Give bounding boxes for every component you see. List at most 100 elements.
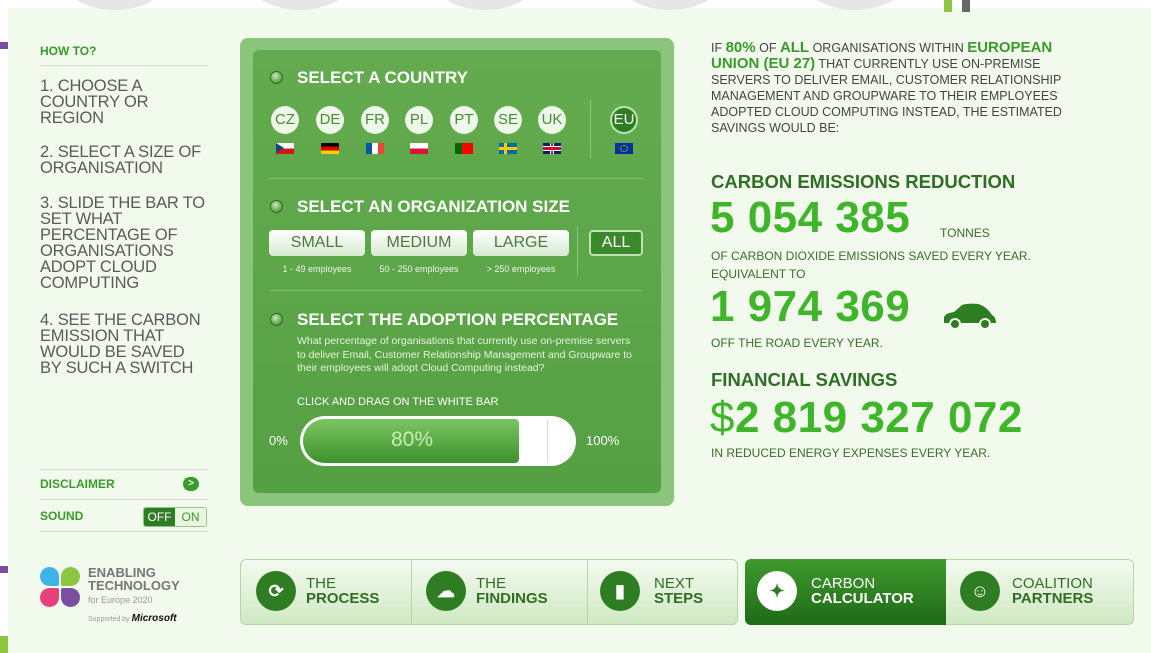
- size-button-all[interactable]: ALL: [589, 230, 643, 256]
- disclaimer-arrow-icon[interactable]: >: [183, 477, 199, 491]
- country-button-fr[interactable]: FR: [361, 106, 389, 134]
- flag-fr-icon: [366, 143, 384, 154]
- nav-carbon-calculator[interactable]: ✦ CARBON CALCULATOR: [745, 559, 946, 623]
- logo-supported-by: Supported by Microsoft: [88, 613, 177, 624]
- nav-the-process[interactable]: ⟳ THE PROCESS: [240, 559, 411, 623]
- logo-line-2: TECHNOLOGY: [88, 578, 180, 593]
- country-button-uk[interactable]: UK: [538, 106, 566, 134]
- intro-line: IF 80% OF ALL ORGANISATIONS WITHIN EUROP…: [711, 40, 1111, 56]
- bar-chart-icon: ▮: [600, 571, 640, 611]
- country-button-se[interactable]: SE: [494, 106, 522, 134]
- size-large-caption: > 250 employees: [486, 264, 556, 274]
- intro-text: OF: [755, 41, 780, 55]
- country-button-pt[interactable]: PT: [450, 106, 478, 134]
- cars-off-road-value: 1 974 369: [710, 282, 911, 331]
- country-button-cz[interactable]: CZ: [271, 106, 299, 134]
- logo-petal: [61, 567, 80, 586]
- nav-next-steps[interactable]: ▮ NEXT STEPS: [588, 559, 738, 623]
- divider: [40, 65, 208, 66]
- nav-the-findings[interactable]: ☁ THE FINDINGS: [412, 559, 587, 623]
- currency-symbol: $: [710, 393, 735, 442]
- flag-uk-icon: [543, 143, 561, 154]
- nav-coalition-partners-label: COALITION PARTNERS: [1012, 576, 1093, 606]
- refresh-icon: ⟳: [256, 571, 296, 611]
- financial-savings-title: FINANCIAL SAVINGS: [711, 369, 898, 390]
- carbon-unit: TONNES: [940, 226, 990, 240]
- edge-decoration: [0, 566, 8, 573]
- howto-step-1: 1. CHOOSE A COUNTRY OR REGION: [40, 77, 149, 127]
- logo-petal: [40, 588, 59, 607]
- car-icon: [944, 303, 996, 329]
- intro-text: THAT CURRENTLY USE ON-PREMISE: [815, 57, 1041, 71]
- size-button-medium[interactable]: MEDIUM: [371, 230, 467, 256]
- country-section-title: SELECT A COUNTRY: [297, 68, 468, 87]
- flag-pl-icon: [410, 143, 428, 154]
- nav-next-steps-label: NEXT STEPS: [654, 576, 703, 606]
- disclaimer-link[interactable]: DISCLAIMER: [40, 477, 115, 491]
- country-button-de[interactable]: DE: [316, 106, 344, 134]
- financial-description: IN REDUCED ENERGY EXPENSES EVERY YEAR.: [711, 446, 991, 460]
- intro-text: SAVINGS WOULD BE:: [711, 121, 840, 135]
- country-button-pl[interactable]: PL: [405, 106, 433, 134]
- divider: [40, 469, 208, 470]
- size-small-caption: 1 - 49 employees: [282, 264, 352, 274]
- size-button-small[interactable]: SMALL: [269, 230, 365, 256]
- nav-label-line2: PARTNERS: [1012, 590, 1094, 607]
- nav-label-line2: CALCULATOR: [811, 590, 914, 607]
- howto-title: HOW TO?: [40, 44, 97, 58]
- nav-the-process-label: THE PROCESS: [306, 576, 379, 606]
- logo-subtitle: for Europe 2020: [88, 595, 153, 605]
- slider-max-label: 100%: [586, 433, 620, 448]
- intro-text: MANAGEMENT AND GROUPWARE TO THEIR EMPLOY…: [711, 89, 1058, 103]
- intro-text: ORGANISATIONS WITHIN: [809, 41, 968, 55]
- section-bullet-icon: [270, 313, 283, 326]
- divider: [269, 290, 643, 291]
- divider: [40, 499, 208, 500]
- intro-highlight: UNION (EU 27): [711, 55, 816, 72]
- sound-toggle[interactable]: OFF ON: [143, 507, 207, 527]
- intro-line: ADOPTED CLOUD COMPUTING INSTEAD, THE EST…: [711, 104, 1111, 120]
- intro-line: MANAGEMENT AND GROUPWARE TO THEIR EMPLOY…: [711, 88, 1111, 104]
- flag-cz-icon: [276, 143, 294, 154]
- carbon-reduction-title: CARBON EMISSIONS REDUCTION: [711, 171, 1016, 192]
- sound-on-option[interactable]: ON: [175, 508, 206, 526]
- edge-decoration: [944, 0, 952, 12]
- drag-instruction: CLICK AND DRAG ON THE WHITE BAR: [297, 396, 499, 408]
- flag-de-icon: [321, 143, 339, 154]
- divider: [40, 531, 208, 532]
- nav-label-line2: STEPS: [654, 590, 704, 607]
- sponsor-logo: Microsoft: [131, 613, 177, 624]
- footprint-icon: ✦: [757, 571, 797, 611]
- nav-carbon-calculator-label: CARBON CALCULATOR: [811, 576, 914, 606]
- nav-the-findings-label: THE FINDINGS: [476, 576, 548, 606]
- equivalent-label: EQUIVALENT TO: [711, 267, 806, 281]
- intro-text: SERVERS TO DELIVER EMAIL, CUSTOMER RELAT…: [711, 73, 1062, 87]
- intro-highlight: ALL: [779, 39, 810, 56]
- flag-se-icon: [499, 143, 517, 154]
- size-section-title: SELECT AN ORGANIZATION SIZE: [297, 197, 570, 216]
- logo-text: ENABLING TECHNOLOGY: [88, 566, 180, 592]
- nav-label-line2: PROCESS: [306, 590, 380, 607]
- financial-savings-value: $2 819 327 072: [710, 393, 1023, 443]
- sound-label: SOUND: [40, 509, 84, 523]
- edge-decoration: [0, 42, 8, 49]
- edge-decoration: [0, 636, 8, 653]
- adoption-slider-value: 80%: [390, 428, 434, 451]
- howto-step-4: 4. SEE THE CARBON EMISSION THAT WOULD BE…: [40, 311, 201, 377]
- divider: [577, 226, 578, 276]
- nav-label-line2: FINDINGS: [476, 590, 548, 607]
- flag-eu-icon: [615, 143, 633, 154]
- divider: [269, 178, 643, 179]
- sound-off-option[interactable]: OFF: [144, 508, 175, 526]
- intro-line: SERVERS TO DELIVER EMAIL, CUSTOMER RELAT…: [711, 72, 1111, 88]
- nav-coalition-partners[interactable]: ☺ COALITION PARTNERS: [946, 559, 1134, 623]
- slider-tick: [547, 419, 548, 463]
- intro-highlight: EUROPEAN: [967, 39, 1053, 56]
- country-button-eu[interactable]: EU: [610, 106, 638, 134]
- howto-step-3: 3. SLIDE THE BAR TO SET WHAT PERCENTAGE …: [40, 194, 205, 292]
- size-button-large[interactable]: LARGE: [473, 230, 569, 256]
- intro-text: ADOPTED CLOUD COMPUTING INSTEAD, THE EST…: [711, 105, 1062, 119]
- flag-pt-icon: [455, 143, 473, 154]
- intro-line: SAVINGS WOULD BE:: [711, 120, 1111, 136]
- divider: [590, 100, 591, 158]
